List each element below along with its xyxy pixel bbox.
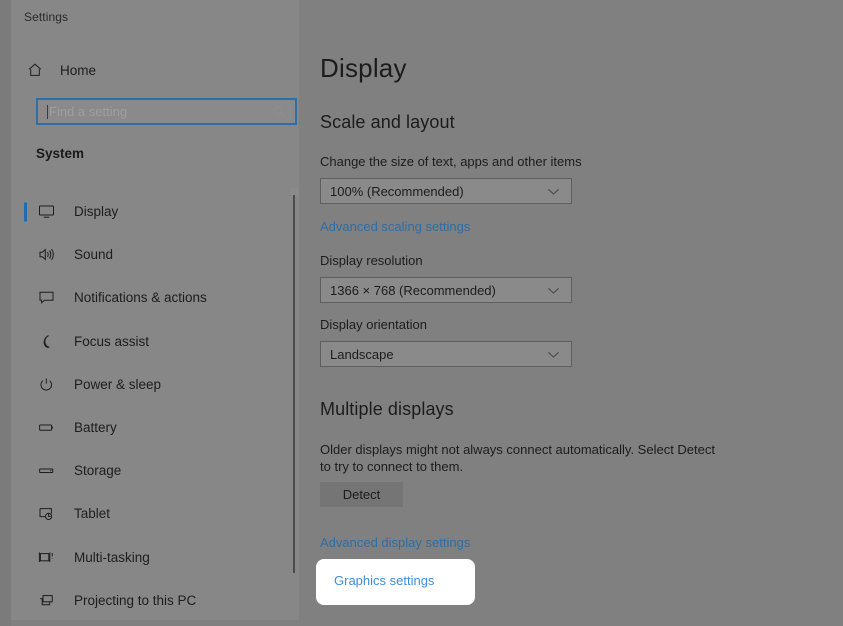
multiple-displays-description: Older displays might not always connect …	[320, 442, 715, 474]
sidebar-item-home[interactable]: Home	[11, 57, 299, 83]
scale-dropdown-value: 100% (Recommended)	[330, 183, 464, 199]
sidebar-item-display[interactable]: Display	[11, 190, 299, 233]
sidebar-item-notifications[interactable]: Notifications & actions	[11, 276, 299, 319]
chevron-down-icon	[547, 286, 560, 295]
graphics-settings-link[interactable]: Graphics settings	[334, 573, 434, 588]
sidebar-item-focus-assist-label: Focus assist	[74, 333, 150, 349]
notification-icon	[35, 290, 57, 305]
resolution-dropdown[interactable]: 1366 × 768 (Recommended)	[320, 277, 572, 303]
advanced-scaling-settings-link[interactable]: Advanced scaling settings	[320, 219, 470, 234]
chevron-down-icon	[547, 187, 560, 196]
sidebar-item-power-sleep-label: Power & sleep	[74, 376, 162, 392]
sidebar-group-heading: System	[36, 146, 85, 161]
selection-indicator	[24, 202, 27, 222]
sidebar-nav-list: Display Sound Notifications & actions Fo…	[11, 190, 299, 622]
tablet-icon	[35, 506, 57, 521]
orientation-dropdown[interactable]: Landscape	[320, 341, 572, 367]
sidebar-item-sound-label: Sound	[74, 247, 114, 263]
sidebar-item-notifications-label: Notifications & actions	[74, 290, 207, 306]
app-title: Settings	[24, 10, 69, 24]
storage-icon	[35, 463, 57, 478]
sidebar-item-display-label: Display	[74, 204, 119, 220]
orientation-field-label: Display orientation	[320, 317, 427, 332]
search-input[interactable]: Find a setting	[36, 98, 297, 125]
sidebar: Settings Home Find a setting System Disp…	[11, 0, 299, 620]
monitor-icon	[35, 204, 57, 219]
graphics-settings-highlight-callout: Graphics settings	[316, 559, 475, 605]
sidebar-item-storage-label: Storage	[74, 463, 122, 479]
sidebar-item-tablet-label: Tablet	[74, 506, 111, 522]
multitasking-icon	[35, 550, 57, 565]
home-icon	[24, 62, 46, 78]
sidebar-item-battery-label: Battery	[74, 420, 117, 436]
orientation-dropdown-value: Landscape	[330, 346, 394, 362]
page-title: Display	[320, 53, 407, 83]
text-caret	[47, 104, 48, 119]
sidebar-item-power-sleep[interactable]: Power & sleep	[11, 363, 299, 406]
search-placeholder: Find a setting	[49, 104, 128, 119]
sidebar-item-projecting-to-this-pc[interactable]: Projecting to this PC	[11, 579, 299, 622]
search-icon[interactable]	[272, 105, 286, 119]
scale-field-label: Change the size of text, apps and other …	[320, 154, 582, 169]
resolution-dropdown-value: 1366 × 768 (Recommended)	[330, 282, 496, 298]
advanced-display-settings-link[interactable]: Advanced display settings	[320, 535, 470, 550]
sidebar-item-sound[interactable]: Sound	[11, 233, 299, 276]
scrollbar-cap	[290, 188, 298, 195]
chevron-down-icon	[547, 350, 560, 359]
sidebar-item-multi-tasking-label: Multi-tasking	[74, 549, 150, 565]
scale-dropdown[interactable]: 100% (Recommended)	[320, 178, 572, 204]
main-content: Display Scale and layout Change the size…	[299, 0, 843, 626]
sidebar-item-home-label: Home	[60, 62, 97, 78]
resolution-field-label: Display resolution	[320, 253, 423, 268]
power-icon	[35, 377, 57, 392]
projecting-icon	[35, 593, 57, 608]
detect-button[interactable]: Detect	[320, 482, 403, 507]
speaker-icon	[35, 247, 57, 262]
window-left-rail	[0, 0, 11, 626]
sidebar-scrollbar[interactable]	[293, 195, 295, 573]
sidebar-item-focus-assist[interactable]: Focus assist	[11, 320, 299, 363]
sidebar-item-tablet[interactable]: Tablet	[11, 492, 299, 535]
sidebar-item-multi-tasking[interactable]: Multi-tasking	[11, 536, 299, 579]
sidebar-item-projecting-to-this-pc-label: Projecting to this PC	[74, 592, 197, 608]
sidebar-item-storage[interactable]: Storage	[11, 449, 299, 492]
section-heading-multiple-displays: Multiple displays	[320, 399, 454, 419]
moon-icon	[35, 334, 57, 349]
battery-icon	[35, 420, 57, 435]
sidebar-item-battery[interactable]: Battery	[11, 406, 299, 449]
settings-window: Settings Home Find a setting System Disp…	[0, 0, 843, 626]
section-heading-scale-and-layout: Scale and layout	[320, 112, 455, 132]
